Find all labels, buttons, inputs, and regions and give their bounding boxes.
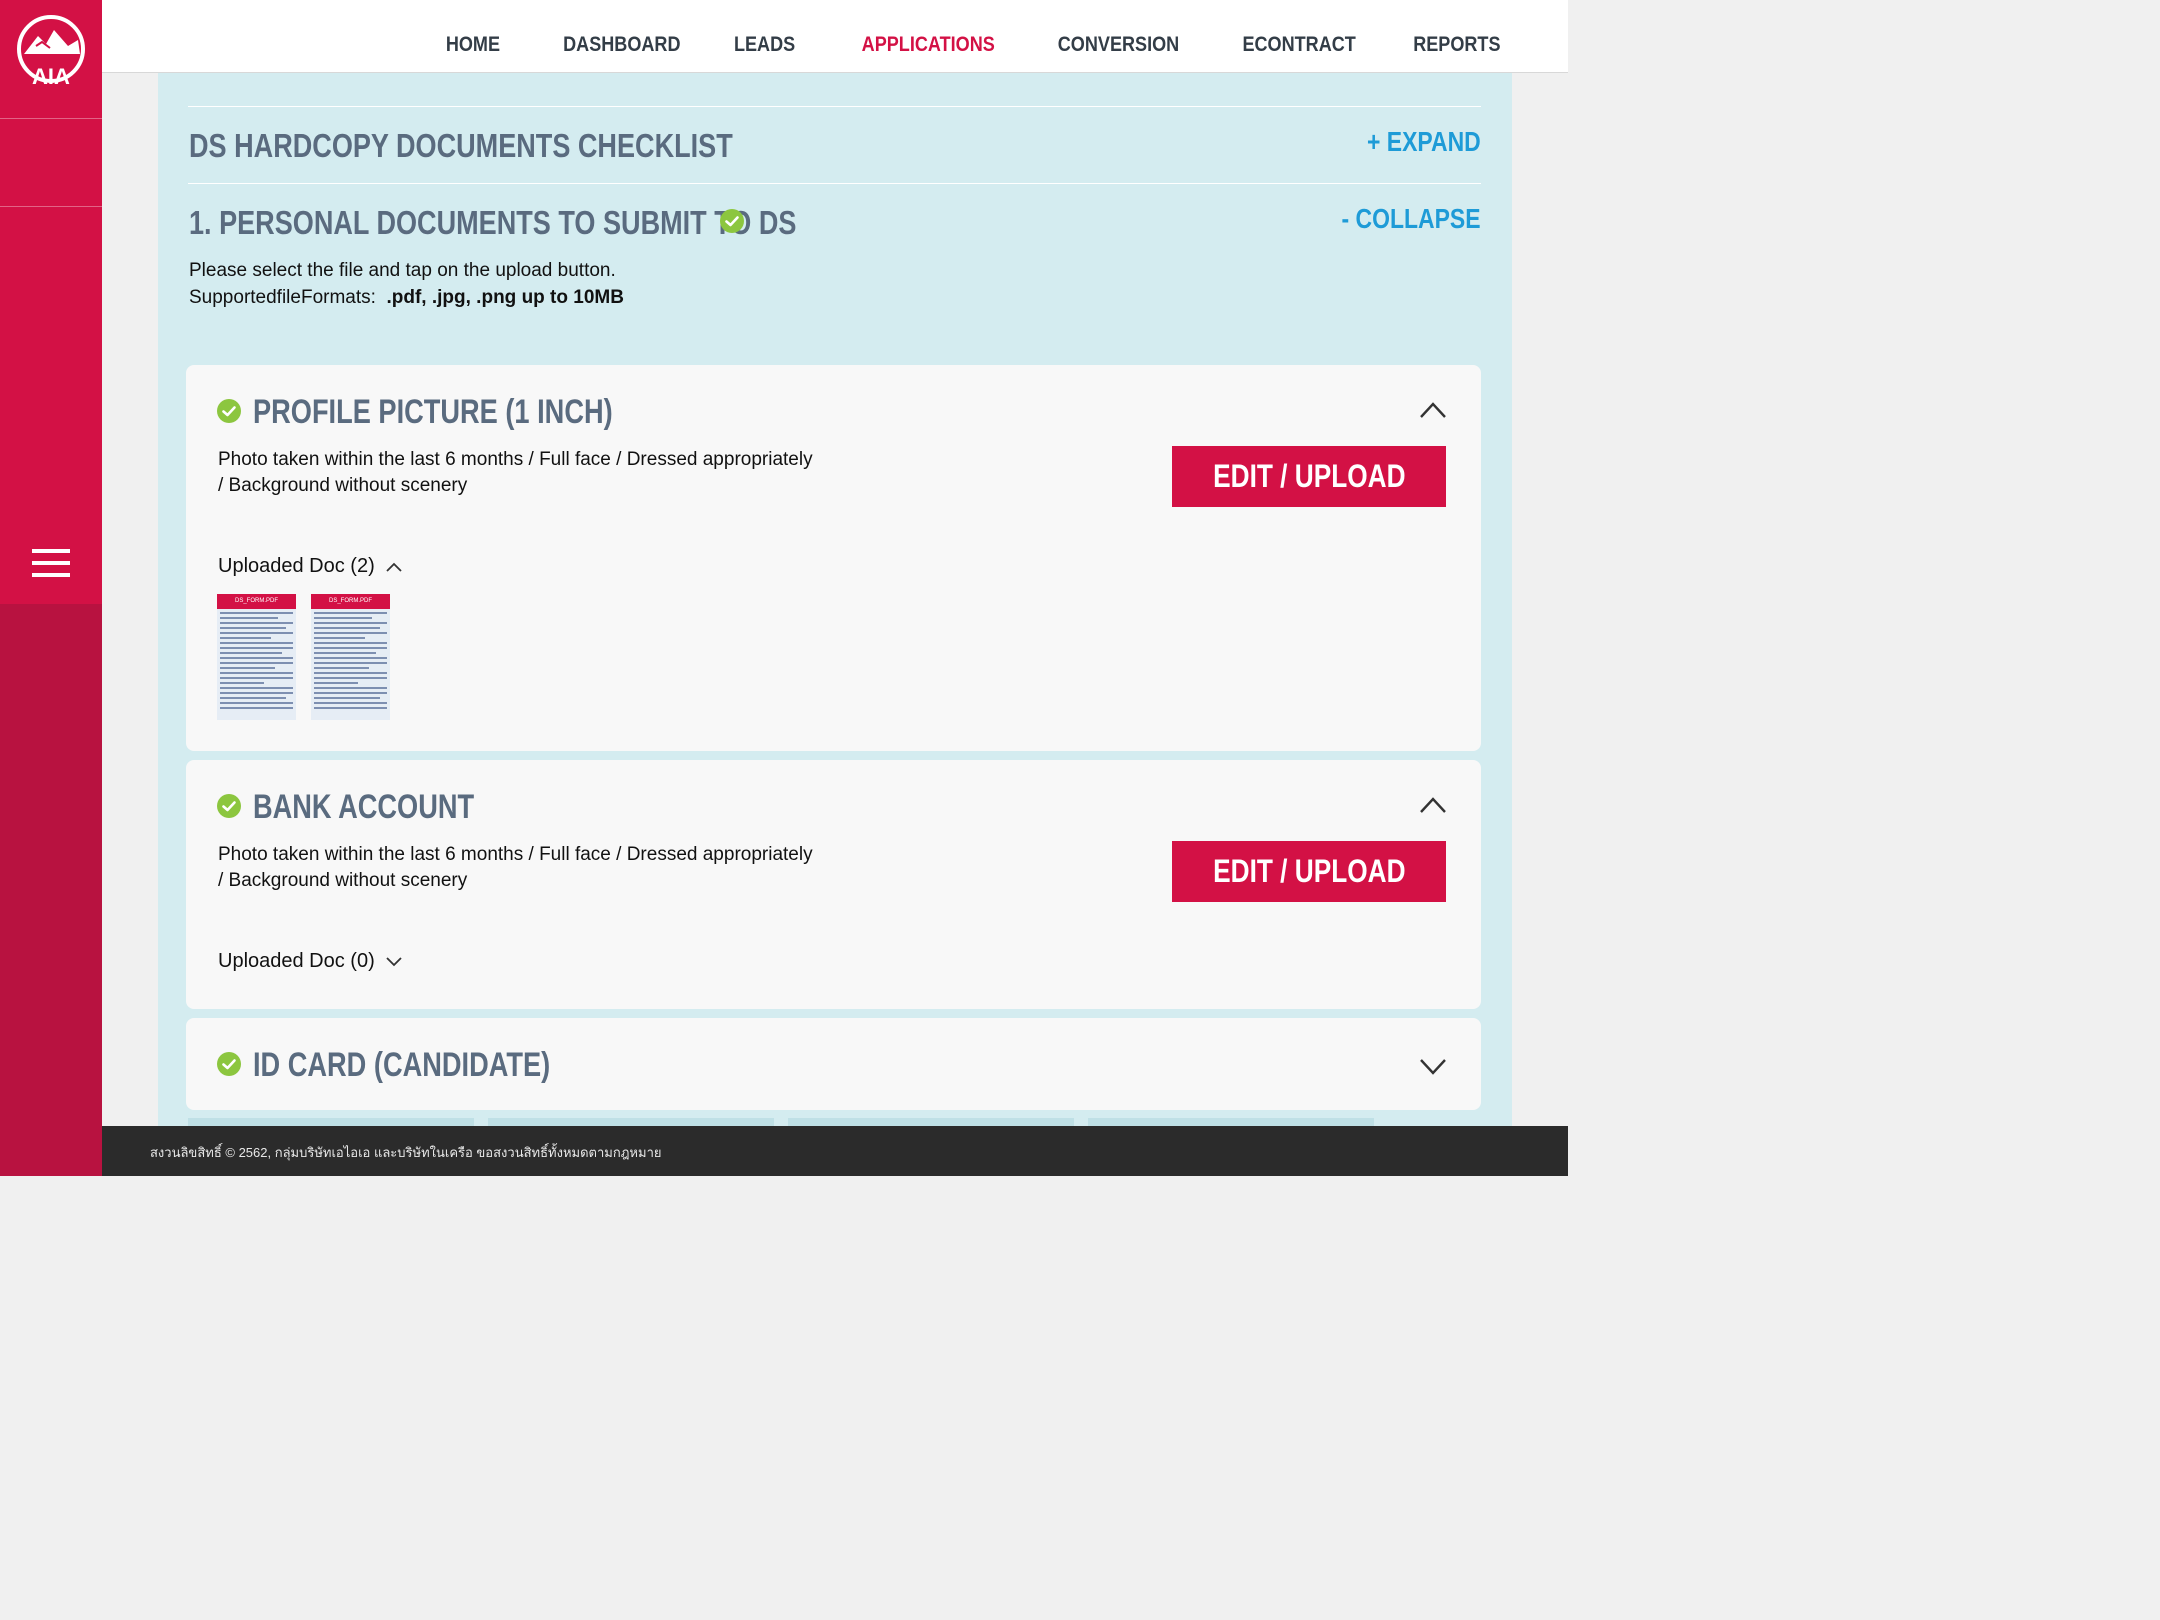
document-card-id-card[interactable]: ID CARD (CANDIDATE) — [186, 1018, 1481, 1110]
thumbnail-label: DS_FORM.PDF — [311, 594, 390, 609]
main-content-panel: DS HARDCOPY DOCUMENTS CHECKLIST + EXPAND… — [158, 72, 1512, 1126]
expand-link[interactable]: + EXPAND — [1367, 126, 1481, 158]
nav-home[interactable]: HOME — [446, 15, 500, 57]
divider — [188, 106, 1481, 107]
check-icon — [217, 794, 241, 818]
uploaded-docs-label: Uploaded Doc (2) — [218, 555, 375, 577]
main-nav: HOME DASHBOARD LEADS APPLICATIONS CONVER… — [393, 0, 1501, 72]
chevron-up-icon[interactable] — [1419, 796, 1447, 814]
footer: สงวนลิขสิทธิ์ © 2562, กลุ่มบริษัทเอไอเอ … — [102, 1126, 1568, 1176]
top-navigation-bar: HOME DASHBOARD LEADS APPLICATIONS CONVER… — [102, 0, 1568, 73]
back-button[interactable] — [0, 119, 102, 294]
uploaded-docs-toggle[interactable]: Uploaded Doc (0) — [218, 950, 403, 973]
thumbnail-label: DS_FORM.PDF — [217, 594, 296, 609]
thumbnail-content — [311, 609, 390, 715]
sidebar: AIA — [0, 0, 102, 1176]
edit-upload-button[interactable]: EDIT / UPLOAD — [1172, 446, 1446, 507]
document-thumbnail[interactable]: DS_FORM.PDF — [311, 594, 390, 720]
document-card-bank-account: BANK ACCOUNT Photo taken within the last… — [186, 760, 1481, 1009]
card-description-line1: Photo taken within the last 6 months / F… — [218, 844, 813, 865]
divider — [188, 183, 1481, 184]
collapse-link[interactable]: - COLLAPSE — [1342, 203, 1481, 235]
aia-logo: AIA — [17, 15, 85, 88]
check-icon — [720, 209, 744, 233]
formats-label: SupportedfileFormats: — [189, 287, 376, 308]
card-title: PROFILE PICTURE (1 INCH) — [253, 393, 613, 431]
document-thumbnail[interactable]: DS_FORM.PDF — [217, 594, 296, 720]
nav-conversion[interactable]: CONVERSION — [1058, 15, 1179, 57]
nav-dashboard[interactable]: DASHBOARD — [563, 15, 680, 57]
chevron-up-icon[interactable] — [385, 561, 403, 573]
card-description-line2: / Background without scenery — [218, 475, 468, 496]
button-label: EDIT / UPLOAD — [1212, 458, 1406, 494]
partial-card — [488, 1118, 774, 1126]
menu-block — [0, 207, 102, 604]
card-title: ID CARD (CANDIDATE) — [253, 1046, 551, 1084]
section-title: 1. PERSONAL DOCUMENTS TO SUBMIT TO DS — [189, 204, 796, 242]
partial-card — [1088, 1118, 1374, 1126]
logo-block: AIA — [0, 0, 102, 119]
button-label: EDIT / UPLOAD — [1212, 853, 1406, 889]
nav-applications[interactable]: APPLICATIONS — [861, 15, 994, 57]
partial-card — [188, 1118, 474, 1126]
supported-formats: SupportedfileFormats: .pdf, .jpg, .png u… — [189, 284, 624, 311]
upload-instruction: Please select the file and tap on the up… — [189, 260, 616, 281]
check-icon — [217, 399, 241, 423]
nav-reports[interactable]: REPORTS — [1414, 15, 1501, 57]
logo-text: AIA — [32, 64, 70, 88]
hamburger-menu-icon[interactable] — [32, 549, 70, 577]
card-description-line2: / Background without scenery — [218, 870, 468, 891]
uploaded-docs-label: Uploaded Doc (0) — [218, 950, 375, 972]
checklist-title: DS HARDCOPY DOCUMENTS CHECKLIST — [189, 127, 733, 164]
chevron-down-icon[interactable] — [1419, 1058, 1447, 1076]
formats-value: .pdf, .jpg, .png up to 10MB — [386, 287, 624, 308]
check-icon — [217, 1052, 241, 1076]
chevron-down-icon[interactable] — [385, 956, 403, 968]
card-description-line1: Photo taken within the last 6 months / F… — [218, 449, 813, 470]
document-card-profile-picture: PROFILE PICTURE (1 INCH) Photo taken wit… — [186, 365, 1481, 751]
nav-econtract[interactable]: ECONTRACT — [1242, 15, 1355, 57]
edit-upload-button[interactable]: EDIT / UPLOAD — [1172, 841, 1446, 902]
nav-leads[interactable]: LEADS — [734, 15, 795, 57]
uploaded-docs-toggle[interactable]: Uploaded Doc (2) — [218, 555, 403, 578]
section-title-text: 1. PERSONAL DOCUMENTS TO SUBMIT TO DS — [189, 204, 797, 241]
card-title: BANK ACCOUNT — [253, 788, 475, 826]
copyright-text: สงวนลิขสิทธิ์ © 2562, กลุ่มบริษัทเอไอเอ … — [150, 1145, 662, 1160]
partial-card — [788, 1118, 1074, 1126]
thumbnail-content — [217, 609, 296, 715]
chevron-up-icon[interactable] — [1419, 401, 1447, 419]
